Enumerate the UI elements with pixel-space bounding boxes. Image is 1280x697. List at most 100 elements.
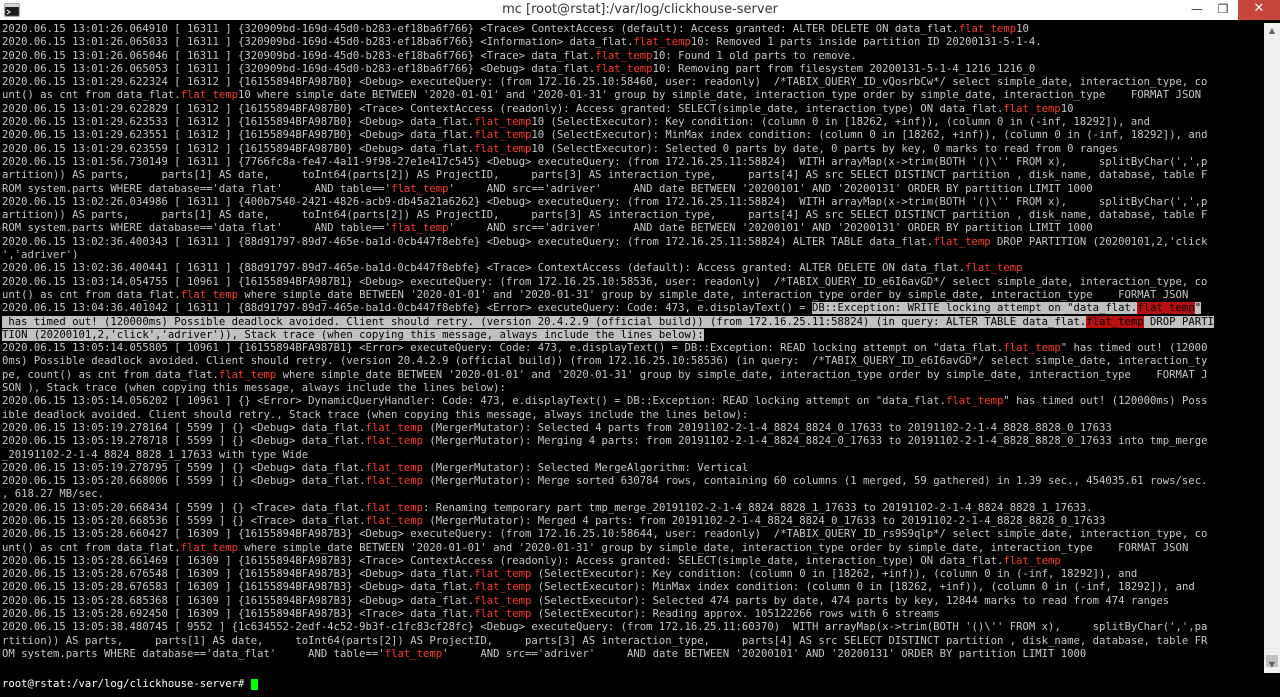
log-text: (SelectExecutor): MinMax index condition…: [531, 581, 1195, 594]
highlighted-term: flat_temp: [473, 608, 532, 621]
log-text: 10: Removed 1 parts inside partition ID …: [690, 36, 1042, 49]
log-text: 2020.06.15 13:05:28.692450 [ 16309 ] {16…: [2, 608, 474, 621]
log-line: 2020.06.15 13:02:36.400343 [ 16311 ] {88…: [0, 236, 1262, 249]
log-line: 2020.06.15 13:01:56.730149 [ 16311 ] {77…: [0, 156, 1262, 169]
log-text: (MergerMutator): Merged 4 parts: from 20…: [422, 514, 1106, 527]
highlighted-term: flat_temp: [945, 395, 1004, 408]
highlighted-term: flat_temp: [365, 421, 423, 434]
log-text: DROP PARTITION (20200101,2,'click: [990, 235, 1208, 248]
log-text: 2020.06.15 13:01:26.065053 [ 16311 ] {32…: [2, 62, 596, 75]
vertical-scrollbar[interactable]: ▲ ▼: [1264, 23, 1280, 673]
log-text: ' AND src=='adriver' AND date BETWEEN '2…: [448, 182, 1093, 195]
log-line: 2020.06.15 13:01:26.064910 [ 16311 ] {32…: [0, 23, 1262, 36]
shell-prompt[interactable]: root@rstat:/var/log/clickhouse-server#: [0, 677, 1264, 691]
log-line: 2020.06.15 13:05:20.668536 [ 5599 ] {} <…: [0, 515, 1262, 528]
log-line: 2020.06.15 13:05:28.692450 [ 16309 ] {16…: [0, 608, 1262, 621]
log-text: 2020.06.15 13:05:28.661469 [ 16309 ] {16…: [2, 554, 1004, 567]
log-text: 2020.06.15 13:05:28.685368 [ 16309 ] {16…: [2, 594, 474, 607]
log-line: 2020.06.15 13:01:29.622324 [ 16312 ] {16…: [0, 76, 1262, 89]
highlighted-term: flat_temp: [391, 222, 449, 235]
log-line: pe, count() as cnt from data_flat.flat_t…: [0, 369, 1262, 382]
log-text: 10: Removing part from filesystem 202001…: [652, 62, 1036, 75]
log-text: 10 (SelectExecutor): Selected 0 parts by…: [531, 142, 1119, 155]
log-text: 10 (SelectExecutor): Key condition: (col…: [531, 116, 1151, 129]
highlighted-term: flat_temp: [473, 568, 532, 581]
log-line: artition)) AS parts, parts[1] AS date, t…: [0, 209, 1262, 222]
log-text: ' AND src=='adriver' AND date BETWEEN '2…: [448, 222, 1093, 235]
highlighted-term: flat_temp: [1137, 302, 1195, 315]
log-line: rtition)) AS parts, parts[1] AS date, to…: [0, 635, 1262, 648]
log-text: 2020.06.15 13:05:14.055805 [ 10961 ] {16…: [2, 342, 1004, 355]
log-text: 2020.06.15 13:01:29.623559 [ 16312 ] {16…: [2, 142, 474, 155]
log-line: 2020.06.15 13:05:19.278164 [ 5599 ] {} <…: [0, 422, 1262, 435]
highlighted-term: flat_temp: [473, 129, 532, 142]
log-text: where simple_date BETWEEN '2020-01-01' a…: [238, 288, 1189, 301]
log-line: 2020.06.15 13:02:36.400441 [ 16311 ] {88…: [0, 262, 1262, 275]
window-titlebar[interactable]: mc [root@rstat]:/var/log/clickhouse-serv…: [0, 0, 1280, 20]
highlighted-term: flat_temp: [595, 62, 653, 75]
log-text: unt() as cnt from data_flat.: [2, 288, 181, 301]
log-line: _20191102-2-1-4_8824_8828_1_17633 with t…: [0, 449, 1262, 462]
highlighted-term: flat_temp: [473, 581, 532, 594]
close-button[interactable]: ✕: [1238, 0, 1280, 20]
highlighted-term: flat_temp: [180, 288, 238, 301]
log-line: , 618.27 MB/sec.: [0, 488, 1262, 501]
log-text: 2020.06.15 13:05:20.668434 [ 5599 ] {} <…: [2, 501, 366, 514]
highlighted-term: flat_temp: [365, 435, 423, 448]
log-line: 2020.06.15 13:05:28.661469 [ 16309 ] {16…: [0, 555, 1262, 568]
highlighted-term: flat_temp: [958, 23, 1017, 35]
highlighted-term: flat_temp: [473, 116, 532, 129]
log-text: unt() as cnt from data_flat.: [2, 89, 181, 102]
scroll-up-arrow[interactable]: ▲: [1264, 23, 1280, 39]
log-text: 2020.06.15 13:01:29.622324 [ 16312 ] {16…: [2, 76, 1208, 89]
selected-text: DROP PARTI: [1143, 315, 1214, 328]
log-text: 10 (SelectExecutor): MinMax index condit…: [531, 129, 1208, 142]
log-text: pe, count() as cnt from data_flat.: [2, 368, 219, 381]
log-line: TION (20200101,2,'click','adriver')), St…: [0, 328, 1262, 342]
selected-text: has timed out! (120000ms) Possible deadl…: [2, 315, 1087, 328]
log-line: 2020.06.15 13:05:14.056202 [ 10961 ] {} …: [0, 395, 1262, 408]
log-text: _20191102-2-1-4_8824_8828_1_17633 with t…: [2, 448, 309, 461]
highlighted-term: flat_temp: [933, 235, 991, 248]
log-text: " has timed out! (12000: [1060, 342, 1208, 355]
highlighted-term: flat_temp: [365, 475, 423, 488]
terminal-output[interactable]: 2020.06.15 13:01:26.064910 [ 16311 ] {32…: [0, 23, 1262, 663]
highlighted-term: flat_temp: [180, 541, 238, 554]
log-line: unt() as cnt from data_flat.flat_temp wh…: [0, 542, 1262, 555]
log-text: SON ), Stack trace (when copying this me…: [2, 382, 506, 395]
log-text: 10: [1016, 23, 1029, 35]
log-line: 2020.06.15 13:05:20.668006 [ 5599 ] {} <…: [0, 475, 1262, 488]
log-text: (MergerMutator): Merge sorted 630784 row…: [422, 475, 1208, 488]
minimize-button[interactable]: —: [1184, 0, 1210, 20]
log-text: 2020.06.15 13:05:19.278795 [ 5599 ] {} <…: [2, 461, 366, 474]
highlighted-term: flat_temp: [391, 182, 449, 195]
log-text: 2020.06.15 13:01:29.623533 [ 16312 ] {16…: [2, 116, 474, 129]
log-text: 2020.06.15 13:05:28.676583 [ 16309 ] {16…: [2, 581, 474, 594]
log-line: 2020.06.15 13:04:36.401042 [ 16311 ] {88…: [0, 302, 1262, 315]
prompt-text: root@rstat:/var/log/clickhouse-server#: [2, 678, 251, 690]
highlighted-term: flat_temp: [1003, 342, 1061, 355]
log-text: 2020.06.15 13:02:36.400441 [ 16311 ] {88…: [2, 262, 966, 275]
log-line: unt() as cnt from data_flat.flat_temp10 …: [0, 89, 1262, 102]
log-line: ible deadlock avoided. Client should ret…: [0, 409, 1262, 422]
highlighted-term: flat_temp: [218, 368, 277, 381]
log-text: where simple_date BETWEEN '2020-01-01' a…: [238, 541, 1189, 554]
highlighted-term: flat_temp: [633, 36, 691, 49]
log-text: ' AND src=='adriver' AND date BETWEEN '2…: [442, 647, 1087, 660]
log-line: 2020.06.15 13:05:28.685368 [ 16309 ] {16…: [0, 595, 1262, 608]
log-text: 2020.06.15 13:05:20.668536 [ 5599 ] {} <…: [2, 514, 366, 527]
highlighted-term: flat_temp: [473, 594, 532, 607]
scroll-down-arrow[interactable]: ▼: [1264, 657, 1280, 673]
log-line: 2020.06.15 13:05:19.278718 [ 5599 ] {} <…: [0, 435, 1262, 448]
maximize-button[interactable]: ❐: [1210, 0, 1236, 20]
highlighted-term: flat_temp: [365, 514, 423, 527]
log-line: ','adriver'): [0, 249, 1262, 262]
log-line: 2020.06.15 13:01:26.065053 [ 16311 ] {32…: [0, 63, 1262, 76]
highlighted-term: flat_temp: [180, 89, 238, 102]
log-text: 2020.06.15 13:02:36.400343 [ 16311 ] {88…: [2, 235, 934, 248]
log-line: 2020.06.15 13:05:14.055805 [ 10961 ] {16…: [0, 342, 1262, 355]
log-line: 2020.06.15 13:05:19.278795 [ 5599 ] {} <…: [0, 462, 1262, 475]
log-line: 2020.06.15 13:01:26.065033 [ 16311 ] {32…: [0, 36, 1262, 49]
log-line: 2020.06.15 13:01:29.623551 [ 16312 ] {16…: [0, 129, 1262, 142]
log-line: 2020.06.15 13:05:38.480745 [ 9552 ] {1c6…: [0, 621, 1262, 634]
